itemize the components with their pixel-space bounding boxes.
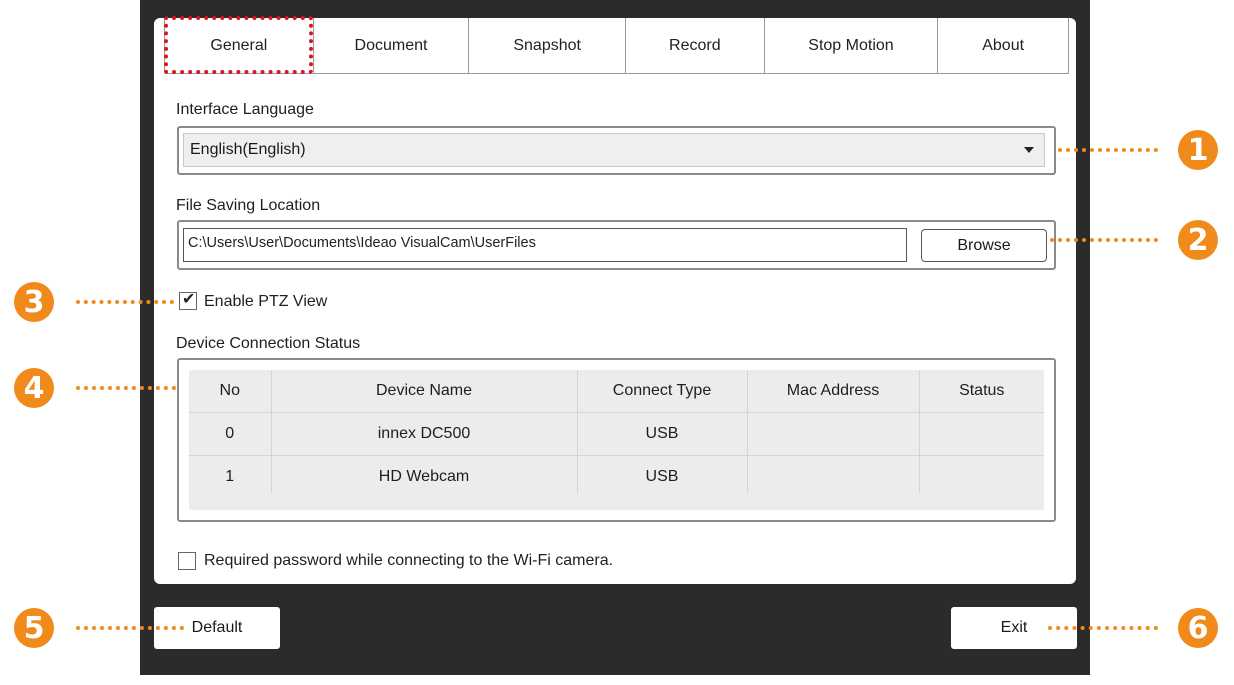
- ptz-label: Enable PTZ View: [204, 293, 328, 310]
- table-row[interactable]: 0 innex DC500 USB: [189, 412, 1044, 456]
- table-empty-area: [189, 493, 1044, 510]
- callout-line-3: [76, 300, 174, 304]
- callout-line-1: [1058, 148, 1158, 152]
- callout-line-5: [76, 626, 184, 630]
- callout-badge-6: 6: [1178, 608, 1218, 648]
- device-status-label: Device Connection Status: [176, 335, 361, 352]
- cell-no: 0: [189, 412, 272, 456]
- callout-badge-5: 5: [14, 608, 54, 648]
- language-label: Interface Language: [176, 101, 314, 118]
- language-value: English(English): [190, 141, 306, 158]
- cell-mac-address: [747, 412, 920, 456]
- callout-line-6: [1048, 626, 1158, 630]
- callout-badge-3: 3: [14, 282, 54, 322]
- tab-snapshot[interactable]: Snapshot: [469, 18, 626, 73]
- language-select[interactable]: English(English): [183, 133, 1045, 167]
- column-header-device-name[interactable]: Device Name: [271, 370, 578, 413]
- checkmark-icon: ✔: [182, 291, 196, 308]
- wifi-password-label: Required password while connecting to th…: [204, 552, 614, 569]
- column-header-connect-type[interactable]: Connect Type: [577, 370, 748, 413]
- callout-line-2: [1050, 238, 1158, 242]
- tab-about[interactable]: About: [938, 18, 1068, 73]
- callout-line-4: [76, 386, 176, 390]
- browse-button[interactable]: Browse: [921, 229, 1047, 262]
- wifi-password-checkbox[interactable]: [178, 552, 196, 570]
- cell-connect-type: USB: [577, 412, 748, 456]
- callout-badge-1: 1: [1178, 130, 1218, 170]
- callout-badge-2: 2: [1178, 220, 1218, 260]
- device-table: No Device Name Connect Type Mac Address …: [189, 370, 1044, 499]
- column-header-status[interactable]: Status: [919, 370, 1044, 413]
- callout-badge-4: 4: [14, 368, 54, 408]
- cell-status: [919, 412, 1044, 456]
- column-header-no[interactable]: No: [189, 370, 272, 413]
- cell-device-name: innex DC500: [271, 412, 578, 456]
- tab-general[interactable]: General: [165, 18, 314, 73]
- tab-bar: General Document Snapshot Record Stop Mo…: [164, 18, 1069, 74]
- tab-record[interactable]: Record: [626, 18, 765, 73]
- column-header-mac-address[interactable]: Mac Address: [747, 370, 920, 413]
- file-saving-label: File Saving Location: [176, 197, 321, 214]
- ptz-checkbox[interactable]: ✔: [179, 291, 197, 310]
- tab-document[interactable]: Document: [314, 18, 470, 73]
- file-path-input[interactable]: C:\Users\User\Documents\Ideao VisualCam\…: [183, 228, 907, 262]
- chevron-down-icon[interactable]: [1024, 147, 1034, 153]
- table-header-row: No Device Name Connect Type Mac Address …: [189, 370, 1044, 413]
- tab-stop-motion[interactable]: Stop Motion: [765, 18, 939, 73]
